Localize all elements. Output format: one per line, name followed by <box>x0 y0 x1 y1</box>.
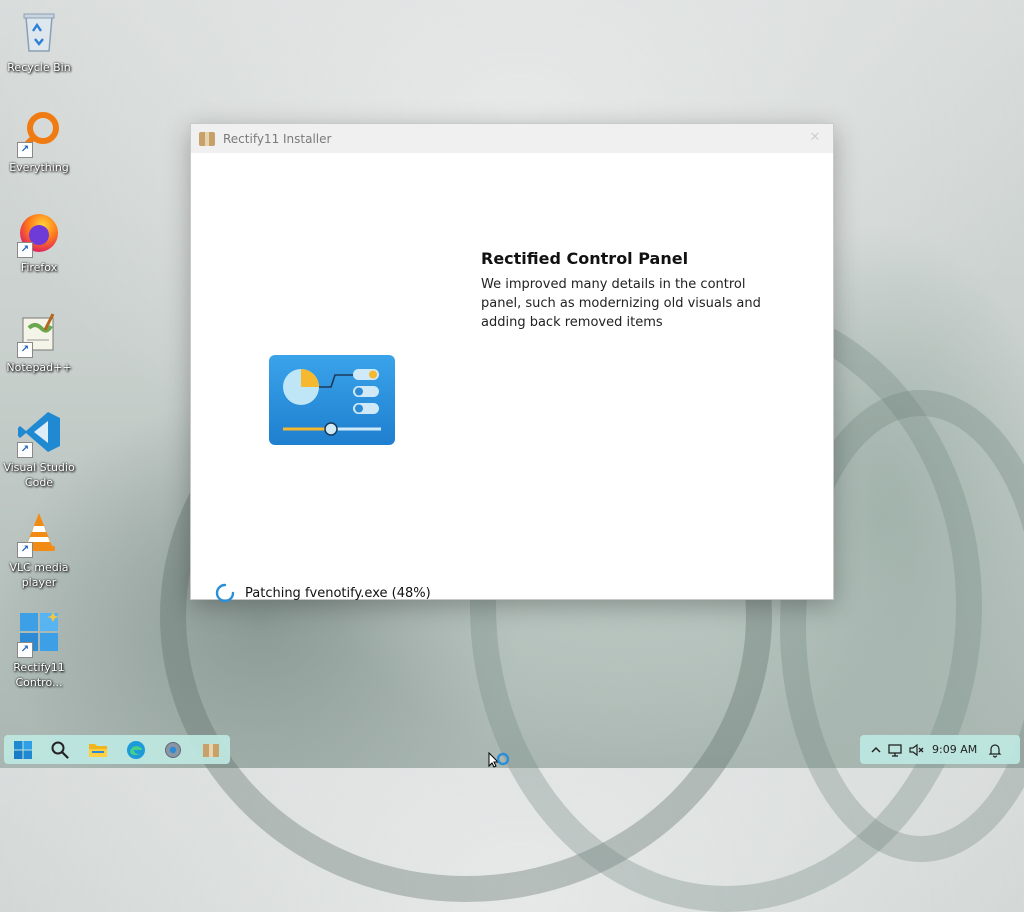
notification-bell-icon <box>988 743 1002 758</box>
firefox-icon: ↗ <box>15 208 63 258</box>
edge-button[interactable] <box>124 738 148 762</box>
taskbar-clock[interactable]: 9:09 AM <box>932 743 977 756</box>
notepadpp-icon: ↗ <box>15 308 63 358</box>
shortcut-arrow-icon: ↗ <box>17 442 33 458</box>
system-tray: 9:09 AM <box>860 735 1020 764</box>
shortcut-arrow-icon: ↗ <box>17 542 33 558</box>
loading-spinner-icon <box>215 583 235 603</box>
network-button[interactable] <box>886 740 906 760</box>
mouse-pointer-busy-icon <box>488 751 514 772</box>
file-explorer-button[interactable] <box>86 738 110 762</box>
recycle-bin-icon <box>15 8 63 56</box>
chevron-up-icon <box>871 746 881 753</box>
show-hidden-icons-button[interactable] <box>866 740 886 760</box>
window-titlebar[interactable]: Rectify11 Installer ✕ <box>191 124 833 153</box>
desktop-icon-notepadpp[interactable]: ↗ Notepad++ <box>2 308 76 400</box>
shortcut-arrow-icon: ↗ <box>17 342 33 358</box>
installer-window[interactable]: Rectify11 Installer ✕ Rectified Control … <box>190 123 834 603</box>
taskbar <box>4 735 230 764</box>
installer-icon <box>203 743 220 757</box>
desktop-icon-label: Recycle Bin <box>7 61 71 74</box>
progress-status: Patching fvenotify.exe (48%) <box>215 583 431 603</box>
desktop-icon-rectify11[interactable]: ↗ Rectify11 Contro... <box>2 608 76 700</box>
desktop-icon-recycle-bin[interactable]: Recycle Bin <box>2 8 76 100</box>
everything-search-icon: ↗ <box>15 108 63 158</box>
desktop-icon-label: Notepad++ <box>6 361 72 374</box>
desktop-icon-everything[interactable]: ↗ Everything <box>2 108 76 200</box>
edge-icon <box>126 740 145 759</box>
settings-icon <box>165 741 182 758</box>
desktop-icon-vlc[interactable]: ↗ VLC media player <box>2 508 76 600</box>
feature-title: Rectified Control Panel <box>481 249 689 268</box>
shortcut-arrow-icon: ↗ <box>17 642 33 658</box>
installer-taskbar-button[interactable] <box>199 738 223 762</box>
search-icon <box>51 741 70 759</box>
rectify11-icon: ↗ <box>15 608 63 658</box>
volume-muted-icon <box>909 743 924 756</box>
start-icon <box>13 740 32 759</box>
network-icon <box>888 743 902 757</box>
shortcut-arrow-icon: ↗ <box>17 242 33 258</box>
notifications-button[interactable] <box>985 740 1005 760</box>
close-button[interactable]: ✕ <box>807 130 823 146</box>
desktop-icon-label: Firefox <box>20 261 58 274</box>
installer-box-icon <box>199 131 215 146</box>
vscode-icon: ↗ <box>15 408 63 458</box>
settings-button[interactable] <box>161 738 185 762</box>
desktop-icon-label: VLC media player <box>9 561 69 589</box>
file-explorer-icon <box>89 743 108 757</box>
start-button[interactable] <box>11 738 35 762</box>
desktop-icon-label: Everything <box>9 161 69 174</box>
status-text: Patching fvenotify.exe (48%) <box>245 585 431 601</box>
desktop-icon-firefox[interactable]: ↗ Firefox <box>2 208 76 300</box>
vlc-icon: ↗ <box>15 508 63 558</box>
feature-description: We improved many details in the control … <box>481 277 761 330</box>
volume-button[interactable] <box>906 740 926 760</box>
control-panel-illustration-icon <box>269 355 395 449</box>
desktop-icon-label: Rectify11 Contro... <box>13 661 65 689</box>
window-content: Rectified Control Panel We improved many… <box>191 153 833 603</box>
desktop-icon-vscode[interactable]: ↗ Visual Studio Code <box>2 408 76 500</box>
shortcut-arrow-icon: ↗ <box>17 142 33 158</box>
search-button[interactable] <box>48 738 72 762</box>
window-title: Rectify11 Installer <box>223 131 332 146</box>
desktop-icon-label: Visual Studio Code <box>3 461 75 489</box>
